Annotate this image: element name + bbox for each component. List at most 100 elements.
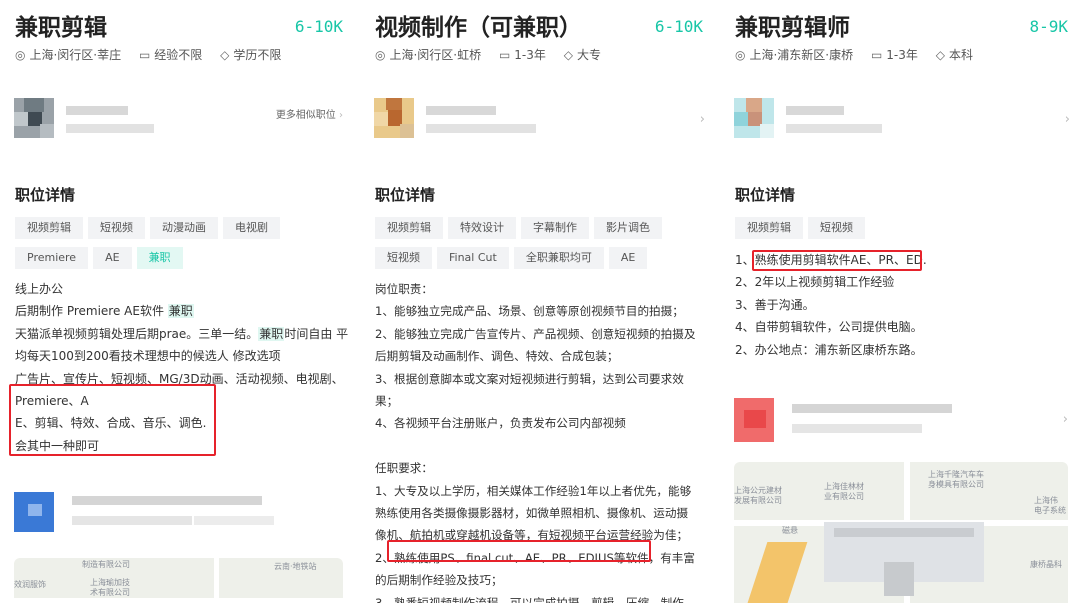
desc-line: 均每天100到200看技术理想中的候选人 修改选项 bbox=[15, 349, 281, 364]
tag: 短视频 bbox=[88, 217, 145, 239]
title-row: 视频制作（可兼职） 6-10K bbox=[375, 8, 703, 44]
tag: 视频剪辑 bbox=[375, 217, 443, 239]
map-label: 效润服饰 bbox=[14, 580, 46, 589]
tag: 视频剪辑 bbox=[15, 217, 83, 239]
desc-line: 熟练使用各类摄像摄影器材，如微单照相机、摄像机、运动摄 bbox=[375, 506, 689, 521]
map-label: 制造有限公司 bbox=[82, 560, 130, 569]
map-label: 磁悬 bbox=[782, 526, 798, 535]
section-title: 职位详情 bbox=[15, 186, 76, 204]
experience: 1-3年 bbox=[514, 48, 546, 62]
desc-line: 4、各视频平台注册账户，负责发布公司内部视频 bbox=[375, 416, 626, 431]
tag: 全职兼职均可 bbox=[513, 247, 604, 269]
desc-line: 后期剪辑及动画制作、调色、特效、合成包装； bbox=[375, 349, 619, 364]
avatar bbox=[14, 98, 54, 138]
location-icon: ◎ bbox=[375, 48, 386, 62]
graduation-cap-icon: ◇ bbox=[935, 48, 945, 62]
location: 上海·闵行区·虹桥 bbox=[389, 48, 482, 62]
skill-tags: 视频剪辑 特效设计 字幕制作 影片调色 短视频 Final Cut 全职兼职均可 AE bbox=[375, 216, 705, 276]
education: 大专 bbox=[576, 48, 601, 62]
job-meta: ◎ 上海·浦东新区·康桥 ▭ 1-3年 ◇ 本科 bbox=[735, 46, 987, 63]
recruiter-card[interactable]: › bbox=[360, 84, 715, 144]
desc-line: 线上办公 bbox=[15, 282, 64, 296]
more-similar-jobs-link[interactable]: 更多相似职位 › bbox=[276, 106, 343, 121]
tag: 电视剧 bbox=[223, 217, 280, 239]
job-title: 兼职剪辑 bbox=[15, 15, 107, 41]
tag: AE bbox=[93, 247, 132, 269]
desc-line: 4、自带剪辑软件，公司提供电脑。 bbox=[735, 320, 923, 335]
salary: 6-10K bbox=[654, 17, 703, 36]
tag: Final Cut bbox=[437, 247, 509, 269]
chevron-right-icon: › bbox=[339, 110, 343, 121]
desc-line: 2、能够独立完成广告宣传片、产品视频、创意短视频的拍摄及 bbox=[375, 326, 696, 341]
map-label: 上海佳林材 bbox=[824, 482, 864, 491]
title-row: 兼职剪辑师 8-9K bbox=[735, 8, 1068, 44]
desc-line: 3、善于沟通。 bbox=[735, 297, 815, 312]
section-title: 职位详情 bbox=[375, 186, 436, 204]
map-label: 上海瑜加技 bbox=[90, 578, 130, 587]
desc-line bbox=[375, 435, 703, 457]
salary: 8-9K bbox=[1029, 17, 1068, 36]
job-panel-3: 兼职剪辑师 8-9K ◎ 上海·浦东新区·康桥 ▭ 1-3年 ◇ 本科 › 职位详情 … bbox=[720, 0, 1080, 603]
location-map[interactable]: 制造有限公司 效润服饰 上海瑜加技 术有限公司 云南·地铁站 bbox=[14, 558, 343, 603]
chevron-right-icon[interactable]: › bbox=[1063, 412, 1068, 427]
desc-line: 2、办公地点：浦东新区康桥东路。 bbox=[735, 342, 923, 357]
salary: 6-10K bbox=[294, 17, 343, 36]
skill-tags: 视频剪辑 短视频 动漫动画 电视剧 Premiere AE 兼职 bbox=[15, 216, 345, 276]
highlight-box bbox=[9, 384, 216, 456]
graduation-cap-icon: ◇ bbox=[563, 48, 573, 62]
map-label: 上海伟 bbox=[1034, 496, 1058, 505]
company-card[interactable] bbox=[14, 488, 343, 536]
tag: 短视频 bbox=[808, 217, 865, 239]
map-label: 身模具有限公司 bbox=[928, 480, 984, 489]
map-label: 上海千隆汽车车 bbox=[928, 470, 984, 479]
job-meta: ◎ 上海·闵行区·莘庄 ▭ 经验不限 ◇ 学历不限 bbox=[15, 46, 295, 63]
recruiter-card[interactable]: › bbox=[720, 84, 1080, 144]
tag: 影片调色 bbox=[594, 217, 662, 239]
chevron-right-icon[interactable]: › bbox=[1065, 112, 1070, 127]
avatar bbox=[734, 98, 774, 138]
job-title: 兼职剪辑师 bbox=[735, 15, 850, 41]
tag: 特效设计 bbox=[448, 217, 516, 239]
desc-line: 的后期制作经验及技巧； bbox=[375, 573, 503, 588]
company-card[interactable]: › bbox=[734, 396, 1068, 444]
map-label: 上海公元建材 bbox=[734, 486, 782, 495]
location: 上海·闵行区·莘庄 bbox=[29, 48, 122, 62]
tag-parttime: 兼职 bbox=[136, 247, 183, 269]
tag: 短视频 bbox=[375, 247, 432, 269]
recruiter-card[interactable]: 更多相似职位 › bbox=[0, 84, 355, 144]
tag: Premiere bbox=[15, 247, 89, 269]
desc-line: 岗位职责： bbox=[375, 282, 433, 296]
desc-line: 任职要求： bbox=[375, 461, 433, 476]
education: 学历不限 bbox=[233, 48, 282, 62]
map-label: 发展有限公司 bbox=[734, 496, 782, 505]
desc-line: 1、能够独立完成产品、场景、创意等原创视频节目的拍摄； bbox=[375, 304, 684, 319]
skill-tags: 视频剪辑 短视频 bbox=[735, 216, 1070, 246]
desc-line: 3、根据创意脚本或文案对短视频进行剪辑，达到公司要求效 bbox=[375, 371, 684, 386]
location-map[interactable]: 上海千隆汽车车 身模具有限公司 上海公元建材 发展有限公司 上海佳林材 业有限公… bbox=[734, 462, 1068, 603]
briefcase-icon: ▭ bbox=[138, 48, 151, 62]
highlight-box bbox=[387, 540, 651, 562]
avatar bbox=[374, 98, 414, 138]
tag: 视频剪辑 bbox=[735, 217, 803, 239]
briefcase-icon: ▭ bbox=[870, 48, 883, 62]
tag: AE bbox=[608, 247, 648, 269]
tag: 字幕制作 bbox=[521, 217, 589, 239]
highlight-box bbox=[752, 250, 922, 271]
desc-line: 3、熟悉短视频制作流程，可以完成拍摄、剪辑、压缩、制作, bbox=[375, 595, 688, 603]
desc-line: 后期制作 Premiere AE软件 兼职 bbox=[15, 304, 194, 319]
chevron-right-icon[interactable]: › bbox=[700, 112, 705, 127]
map-label: 康桥晶科 bbox=[1030, 560, 1062, 569]
map-label: 电子系统 bbox=[1034, 506, 1066, 515]
map-label: 术有限公司 bbox=[90, 588, 130, 597]
location-icon: ◎ bbox=[15, 48, 26, 62]
job-title: 视频制作（可兼职） bbox=[375, 15, 582, 41]
job-panel-1: 兼职剪辑 6-10K ◎ 上海·闵行区·莘庄 ▭ 经验不限 ◇ 学历不限 更多相似职位… bbox=[0, 0, 355, 603]
title-row: 兼职剪辑 6-10K bbox=[15, 8, 343, 44]
briefcase-icon: ▭ bbox=[498, 48, 511, 62]
tag: 动漫动画 bbox=[150, 217, 218, 239]
desc-line: 1、大专及以上学历，相关媒体工作经验1年以上者优先，能够 bbox=[375, 483, 692, 498]
location-icon: ◎ bbox=[735, 48, 746, 62]
experience: 经验不限 bbox=[154, 48, 203, 62]
location: 上海·浦东新区·康桥 bbox=[749, 48, 854, 62]
desc-line: 2、2年以上视频剪辑工作经验 bbox=[735, 275, 895, 290]
